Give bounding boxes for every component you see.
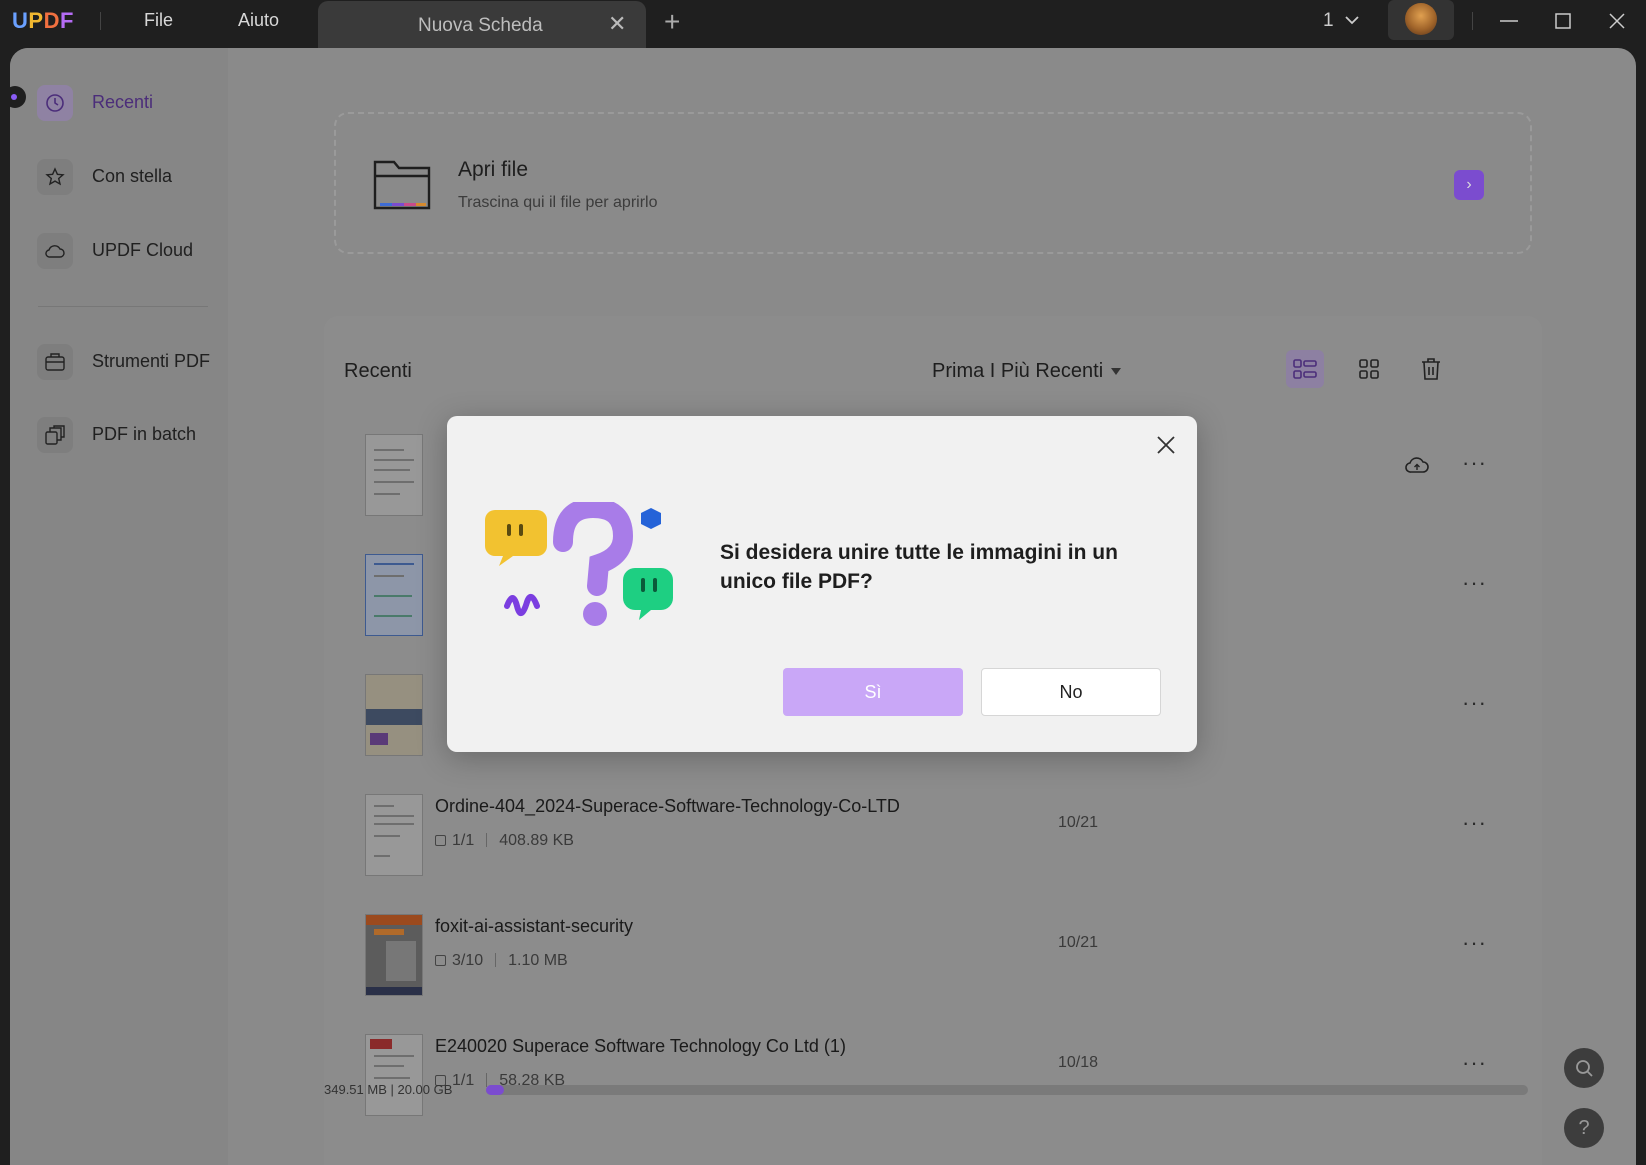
close-icon[interactable]: [1155, 434, 1177, 456]
list-view-icon: [1293, 359, 1317, 379]
tab-new[interactable]: Nuova Scheda ✕: [318, 1, 646, 48]
more-options-icon[interactable]: ···: [1462, 1050, 1487, 1076]
storage-usage-text: 349.51 MB | 20.00 GB: [324, 1082, 453, 1097]
trash-icon: [1422, 358, 1440, 380]
maximize-icon[interactable]: [1550, 8, 1576, 34]
cloud-upload-icon[interactable]: [1404, 454, 1430, 476]
folder-icon: [373, 160, 431, 210]
account-button[interactable]: [1388, 0, 1454, 40]
file-thumbnail: [365, 674, 423, 756]
more-options-icon[interactable]: ···: [1462, 810, 1487, 836]
sort-label: Prima I Più Recenti: [932, 360, 1104, 382]
caret-down-icon: [1111, 368, 1122, 376]
more-options-icon[interactable]: ···: [1462, 570, 1487, 596]
sidebar-item-recent[interactable]: Recenti: [37, 85, 217, 121]
open-file-subtitle: Trascina qui il file per aprirlo: [458, 194, 658, 211]
more-options-icon[interactable]: ···: [1462, 690, 1487, 716]
file-date: 10/21: [1058, 934, 1099, 951]
sidebar-item-batch[interactable]: PDF in batch: [37, 417, 217, 453]
grid-view-icon: [1359, 359, 1379, 379]
file-pages: 1/1: [452, 832, 475, 849]
help-icon: ?: [1578, 1116, 1590, 1139]
help-button[interactable]: ?: [1564, 1108, 1604, 1148]
file-name[interactable]: Ordine-404_2024-Superace-Software-Techno…: [435, 796, 900, 817]
clock-icon: [37, 85, 73, 121]
batch-icon: [37, 417, 73, 453]
sort-dropdown[interactable]: Prima I Più Recenti: [932, 360, 1122, 383]
sidebar-item-label: PDF in batch: [92, 424, 197, 444]
table-row[interactable]: Ordine-404_2024-Superace-Software-Techno…: [324, 784, 1542, 904]
file-thumbnail: [365, 1034, 423, 1116]
sidebar-item-pdf-tools[interactable]: Strumenti PDF: [37, 344, 217, 380]
sidebar-item-label: Con stella: [92, 166, 173, 186]
merge-images-dialog: Si desidera unire tutte le immagini in u…: [447, 416, 1197, 752]
file-size: 408.89 KB: [499, 832, 574, 849]
table-row[interactable]: foxit-ai-assistant-security 3/10 1.10 MB …: [324, 904, 1542, 1024]
file-thumbnail: [365, 794, 423, 876]
file-pages: 1/1: [452, 1072, 475, 1089]
dialog-message: Si desidera unire tutte le immagini in u…: [720, 541, 1118, 593]
file-thumbnail: [365, 434, 423, 516]
sidebar-item-label: Strumenti PDF: [92, 351, 211, 371]
minimize-icon[interactable]: [1496, 8, 1522, 34]
tab-close-icon[interactable]: ✕: [608, 11, 626, 37]
avatar: [1405, 3, 1437, 35]
file-name[interactable]: E240020 Superace Software Technology Co …: [435, 1036, 846, 1057]
window-close-icon[interactable]: [1604, 8, 1630, 34]
file-date: 10/18: [1058, 1054, 1099, 1071]
file-pages: 3/10: [452, 952, 484, 969]
delete-button[interactable]: [1412, 350, 1450, 388]
open-file-dropzone[interactable]: Apri file Trascina qui il file per aprir…: [334, 112, 1532, 254]
question-illustration-icon: [485, 502, 673, 626]
sidebar-item-starred[interactable]: Con stella: [37, 159, 217, 195]
title-separator: [100, 12, 101, 30]
title-bar: UPDF File Aiuto Nuova Scheda ✕ + 1: [0, 0, 1646, 48]
file-thumbnail: [365, 914, 423, 996]
title-separator: [1472, 12, 1473, 30]
storage-bar: [486, 1085, 1528, 1095]
pages-icon: [435, 835, 446, 846]
sidebar-item-cloud[interactable]: UPDF Cloud: [37, 233, 217, 269]
sidebar: Recenti Con stella UPDF Cloud Strumenti …: [10, 48, 228, 1165]
file-meta: 1/1 408.89 KB: [435, 832, 574, 850]
cloud-icon: [37, 233, 73, 269]
yes-button[interactable]: Sì: [783, 668, 963, 716]
list-view-button[interactable]: [1286, 350, 1324, 388]
file-thumbnail: [365, 554, 423, 636]
more-options-icon[interactable]: ···: [1462, 450, 1487, 476]
menu-help[interactable]: Aiuto: [238, 10, 279, 31]
star-icon: [37, 159, 73, 195]
storage-bar-fill: [486, 1085, 504, 1095]
page-indicator[interactable]: 1: [1323, 10, 1334, 32]
search-icon: [1576, 1060, 1593, 1077]
recent-title: Recenti: [344, 360, 412, 382]
open-file-arrow-button[interactable]: ›: [1454, 170, 1484, 200]
pages-icon: [435, 955, 446, 966]
sidebar-divider: [38, 306, 208, 307]
sidebar-item-label: Recenti: [92, 92, 154, 112]
file-date: 10/21: [1058, 814, 1099, 831]
file-name[interactable]: foxit-ai-assistant-security: [435, 916, 633, 937]
more-options-icon[interactable]: ···: [1462, 930, 1487, 956]
add-tab-icon[interactable]: +: [664, 6, 680, 38]
file-size: 1.10 MB: [508, 952, 568, 969]
grid-view-button[interactable]: [1350, 350, 1388, 388]
chevron-right-icon: ›: [1466, 176, 1472, 193]
sidebar-item-label: UPDF Cloud: [92, 240, 194, 260]
sidebar-toggle-icon[interactable]: [10, 86, 26, 108]
updf-logo[interactable]: UPDF: [12, 8, 74, 34]
file-meta: 3/10 1.10 MB: [435, 952, 568, 970]
no-button[interactable]: No: [981, 668, 1161, 716]
tab-title: Nuova Scheda: [418, 15, 543, 36]
toolbox-icon: [37, 344, 73, 380]
table-row[interactable]: E240020 Superace Software Technology Co …: [324, 1024, 1542, 1144]
open-file-title: Apri file: [458, 158, 529, 181]
search-button[interactable]: [1564, 1048, 1604, 1088]
menu-file[interactable]: File: [144, 10, 173, 31]
chevron-down-icon[interactable]: [1344, 12, 1360, 28]
